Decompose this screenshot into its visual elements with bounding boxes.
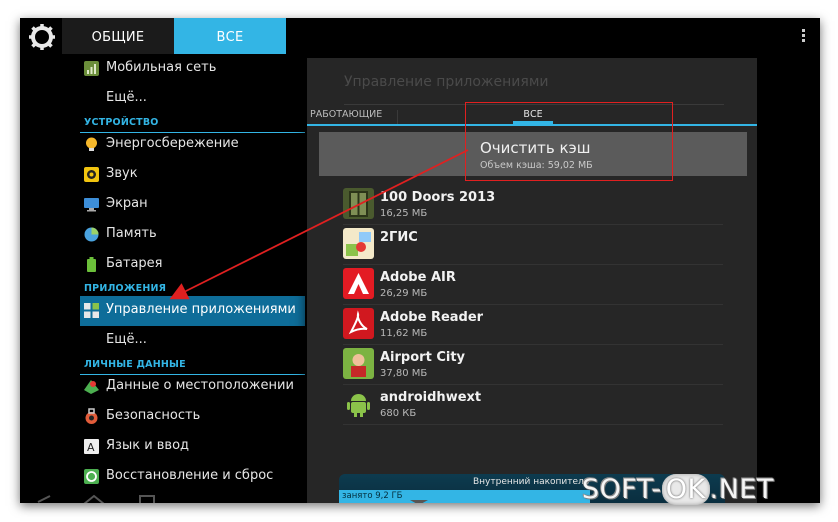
adobe-air-icon (343, 268, 374, 299)
battery-icon (87, 257, 96, 272)
sidebar-item-label: Данные о местоположении (106, 378, 294, 393)
sidebar-item-label: Ещё... (106, 332, 147, 347)
bulb-icon (86, 137, 97, 151)
sidebar-item-display[interactable]: Экран (80, 190, 305, 220)
chevron-down-icon (410, 500, 428, 503)
doors-app-icon (343, 188, 374, 219)
svg-text:A: A (87, 441, 95, 454)
sidebar-item-label: Ещё... (106, 90, 147, 105)
lock-icon (85, 408, 98, 424)
panel-title: Управление приложениями (344, 74, 549, 90)
location-icon (84, 380, 99, 394)
sidebar-item-battery[interactable]: Батарея (80, 250, 305, 280)
top-tab-bar: ОБЩИЕ ВСЕ (20, 18, 820, 54)
sidebar-item-label: Звук (106, 166, 138, 181)
keyboard-icon: A (84, 439, 99, 454)
sidebar-item-label: Мобильная сеть (106, 60, 217, 75)
sidebar-item-language[interactable]: A Язык и ввод (80, 432, 305, 462)
recent-apps-icon (139, 495, 155, 503)
settings-gear-icon[interactable] (28, 23, 56, 51)
overflow-menu-icon[interactable] (802, 29, 806, 44)
watermark: SOFT- OK .NET (582, 474, 775, 505)
sidebar-item-label: Память (106, 226, 157, 241)
sidebar-item-label: Управление приложениями (106, 302, 296, 317)
sidebar-item-location[interactable]: Данные о местоположении (80, 372, 305, 402)
home-icon (83, 494, 105, 503)
sidebar-item-label: Восстановление и сброс (106, 468, 274, 483)
adobe-reader-icon (343, 308, 374, 339)
storage-label: Внутренний накопитель (473, 477, 590, 487)
app-list-item[interactable]: Adobe Reader 11,62 МБ (343, 304, 723, 345)
airport-city-icon (343, 348, 374, 379)
tab-divider (397, 110, 398, 124)
sidebar-item-label: Батарея (106, 256, 163, 271)
sidebar-item-more-network[interactable]: Ещё... (80, 84, 305, 114)
pie-icon (84, 227, 99, 242)
map-app-icon (343, 228, 374, 259)
settings-list: Мобильная сеть Ещё... УСТРОЙСТВО Энергос… (80, 54, 305, 503)
tablet-screen: ОБЩИЕ ВСЕ Мобильная сеть Ещё... УСТРОЙСТ… (20, 18, 820, 503)
sidebar-item-sound[interactable]: Звук (80, 160, 305, 190)
tab-general[interactable]: ОБЩИЕ (62, 18, 174, 54)
app-list-item[interactable]: 100 Doors 2013 16,25 МБ (343, 184, 723, 225)
app-list-item[interactable]: 2ГИС (343, 224, 723, 265)
apps-grid-icon (84, 303, 99, 318)
monitor-icon (84, 198, 99, 212)
sidebar-item-label: Язык и ввод (106, 438, 190, 453)
restore-icon (84, 469, 99, 484)
android-robot-icon (343, 388, 374, 419)
app-list-item[interactable]: androidhwext 680 КБ (343, 384, 723, 425)
sidebar-item-label: Экран (106, 196, 148, 211)
sidebar-item-power-saving[interactable]: Энергосбережение (80, 130, 305, 160)
tab-running[interactable]: РАБОТАЮЩИЕ (310, 109, 382, 120)
app-list-item[interactable]: Adobe AIR 26,29 МБ (343, 264, 723, 305)
tab-all[interactable]: ВСЕ (174, 18, 286, 54)
speaker-icon (84, 167, 99, 182)
sidebar-item-more-apps[interactable]: Ещё... (80, 326, 305, 356)
sidebar-item-mobile-network[interactable]: Мобильная сеть (80, 54, 305, 84)
sidebar-item-label: Безопасность (106, 408, 201, 423)
sidebar-item-label: Энергосбережение (106, 136, 239, 151)
signal-icon (84, 61, 99, 76)
back-icon (37, 495, 51, 503)
sidebar-item-memory[interactable]: Память (80, 220, 305, 250)
app-list-item[interactable]: Airport City 37,80 МБ (343, 344, 723, 385)
sidebar-item-restore[interactable]: Восстановление и сброс (80, 462, 305, 492)
sidebar-item-app-management[interactable]: Управление приложениями (80, 296, 305, 326)
red-highlight-box (465, 102, 673, 181)
sidebar-item-security[interactable]: Безопасность (80, 402, 305, 432)
